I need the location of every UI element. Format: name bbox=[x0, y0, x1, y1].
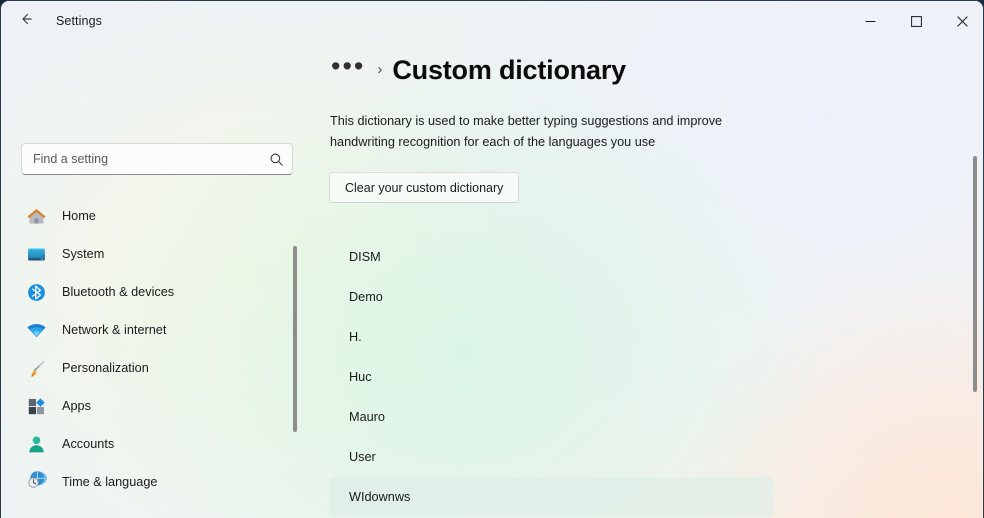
sidebar-item-label: Accounts bbox=[62, 437, 115, 451]
dictionary-word-list: DISM Demo H. Huc Mauro User WIdownws bbox=[305, 237, 965, 517]
page-description: This dictionary is used to make better t… bbox=[330, 114, 723, 149]
list-item[interactable]: Huc bbox=[329, 357, 773, 397]
search-icon[interactable] bbox=[260, 144, 292, 174]
word-label: Mauro bbox=[349, 410, 385, 424]
main-content: ••• › Custom dictionary This dictionary … bbox=[305, 41, 983, 518]
navigation-list: Home System Bluetooth & devices Network … bbox=[1, 196, 305, 518]
list-item[interactable]: Mauro bbox=[329, 397, 773, 437]
sidebar-item-label: Network & internet bbox=[62, 323, 167, 337]
caption-buttons bbox=[847, 1, 983, 41]
word-label: Huc bbox=[349, 370, 372, 384]
list-item[interactable]: H. bbox=[329, 317, 773, 357]
paintbrush-icon bbox=[25, 357, 47, 379]
sidebar-item-accounts[interactable]: Accounts bbox=[13, 426, 297, 462]
sidebar: Home System bbox=[1, 41, 305, 518]
sidebar-item-home[interactable]: Home bbox=[13, 198, 297, 234]
minimize-button[interactable] bbox=[847, 1, 893, 41]
list-item[interactable]: DISM bbox=[329, 237, 773, 277]
minimize-icon bbox=[865, 20, 875, 22]
word-label: WIdownws bbox=[349, 490, 411, 504]
word-label: Demo bbox=[349, 290, 383, 304]
back-button[interactable] bbox=[9, 6, 43, 36]
clock-globe-icon bbox=[25, 471, 47, 493]
sidebar-item-label: Personalization bbox=[62, 361, 149, 375]
search-box[interactable] bbox=[21, 143, 293, 175]
system-monitor-icon bbox=[25, 243, 47, 265]
page-title: Custom dictionary bbox=[392, 55, 626, 85]
title-bar: Settings bbox=[1, 1, 983, 41]
word-label: User bbox=[349, 450, 376, 464]
sidebar-scrollbar-thumb[interactable] bbox=[293, 246, 297, 432]
sidebar-item-label: System bbox=[62, 247, 105, 261]
sidebar-item-personalization[interactable]: Personalization bbox=[13, 350, 297, 386]
word-label: H. bbox=[349, 330, 362, 344]
content-scrollbar-thumb[interactable] bbox=[973, 156, 977, 392]
search-container bbox=[21, 143, 293, 175]
list-item[interactable]: User bbox=[329, 437, 773, 477]
settings-window: Settings Find a setting Home System Blue… bbox=[0, 0, 984, 518]
sidebar-item-apps[interactable]: Apps bbox=[13, 388, 297, 424]
sidebar-item-system[interactable]: System bbox=[13, 236, 297, 272]
account-person-icon bbox=[25, 433, 47, 455]
list-item[interactable]: WIdownws bbox=[329, 477, 773, 517]
home-icon bbox=[25, 205, 47, 227]
sidebar-item-network-internet[interactable]: Network & internet bbox=[13, 312, 297, 348]
apps-icon bbox=[25, 395, 47, 417]
wifi-icon bbox=[25, 319, 47, 341]
list-item[interactable]: Demo bbox=[329, 277, 773, 317]
clear-button-label: Clear your custom dictionary bbox=[345, 180, 504, 195]
sidebar-item-bluetooth-devices[interactable]: Bluetooth & devices bbox=[13, 274, 297, 310]
breadcrumb-separator-icon: › bbox=[377, 61, 383, 78]
breadcrumb-overflow-button[interactable]: ••• bbox=[329, 52, 367, 84]
bluetooth-icon bbox=[25, 281, 47, 303]
breadcrumb: ••• › Custom dictionary bbox=[329, 52, 626, 86]
sidebar-item-time-language[interactable]: Time & language bbox=[13, 464, 297, 500]
clear-custom-dictionary-button[interactable]: Clear your custom dictionary bbox=[329, 172, 520, 203]
close-icon bbox=[956, 15, 968, 27]
sidebar-item-label: Time & language bbox=[62, 475, 158, 489]
close-button[interactable] bbox=[939, 1, 983, 41]
sidebar-item-label: Apps bbox=[62, 399, 91, 413]
sidebar-item-label: Home bbox=[62, 209, 96, 223]
word-label: DISM bbox=[349, 250, 381, 264]
app-title: Settings bbox=[56, 14, 102, 28]
maximize-button[interactable] bbox=[893, 1, 939, 41]
back-arrow-icon bbox=[18, 11, 34, 32]
search-input[interactable] bbox=[22, 152, 260, 166]
sidebar-item-label: Bluetooth & devices bbox=[62, 285, 175, 299]
maximize-icon bbox=[910, 15, 922, 27]
